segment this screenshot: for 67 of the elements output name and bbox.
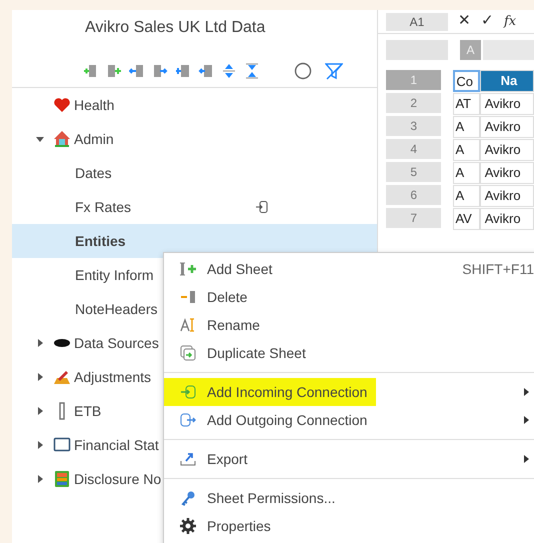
insert-right-icon[interactable] [106, 62, 122, 78]
menu-item[interactable]: Duplicate Sheet [164, 339, 534, 367]
outgoing-connection-icon [180, 412, 198, 428]
move-left-icon[interactable] [129, 62, 145, 78]
settings-icon [180, 518, 198, 534]
house-icon [53, 130, 71, 148]
confirm-button[interactable]: ✓ [481, 10, 494, 33]
tree-item[interactable]: Data Sources [74, 332, 159, 354]
menu-item[interactable]: Properties [164, 512, 534, 540]
table-cell: A [453, 116, 480, 138]
cancel-button[interactable]: ✕ [458, 10, 471, 33]
table-cell: Avikro [480, 139, 534, 161]
menu-item[interactable]: Add Sheet SHIFT+F11 [164, 255, 534, 283]
expand-caret-icon[interactable] [35, 372, 45, 382]
table-cell: A [453, 139, 480, 161]
menu-item[interactable]: Add Outgoing Connection [164, 406, 534, 434]
expand-caret-icon[interactable] [35, 406, 45, 416]
tree-item[interactable]: Dates [75, 162, 255, 184]
table-cell: Avikro [480, 116, 534, 138]
tree-item[interactable]: Fx Rates [75, 196, 255, 218]
insert-left-icon[interactable] [83, 62, 99, 78]
menu-item[interactable]: Sheet Permissions... [164, 484, 534, 512]
table-cell: A [453, 185, 480, 207]
corner-header [386, 40, 448, 60]
outdent-icon[interactable] [198, 62, 214, 78]
collapse-icon[interactable] [244, 62, 260, 78]
circle-icon[interactable] [294, 62, 312, 80]
incoming-connection-icon [180, 384, 198, 400]
table-cell: Avikro [480, 185, 534, 207]
duplicate-icon [180, 345, 198, 361]
menu-item[interactable]: Export [164, 445, 534, 473]
tree-item[interactable]: ETB [74, 400, 102, 422]
export-icon [180, 451, 198, 467]
table-cell: AT [453, 93, 480, 115]
book-icon [53, 470, 71, 488]
name-box[interactable]: A1 [386, 12, 448, 30]
filter-icon[interactable] [325, 62, 343, 80]
table-cell: Avikro [480, 208, 534, 230]
column-title: Na [480, 70, 534, 92]
expand-caret-icon[interactable] [35, 338, 45, 348]
delete-icon [180, 289, 198, 305]
table-cell: A [453, 162, 480, 184]
menu-item[interactable]: Delete [164, 283, 534, 311]
function-button[interactable]: fx [504, 12, 516, 32]
tree-item[interactable]: Admin [74, 128, 114, 150]
expand-caret-icon[interactable] [35, 134, 45, 144]
menu-item[interactable]: Rename [164, 311, 534, 339]
panel-title: Avikro Sales UK Ltd Data [85, 19, 266, 36]
table-cell: Avikro [480, 162, 534, 184]
tree-item[interactable]: Adjustments [74, 366, 152, 388]
expand-caret-icon[interactable] [35, 474, 45, 484]
tree-item[interactable]: Disclosure No [74, 468, 162, 490]
expand-caret-icon[interactable] [35, 440, 45, 450]
expand-icon[interactable] [221, 62, 237, 78]
shortcut-label: SHIFT+F11 [462, 260, 534, 278]
tree-item[interactable]: Entities [75, 230, 255, 252]
add-sheet-icon [180, 261, 198, 277]
heart-icon [53, 96, 71, 114]
pen-icon [53, 368, 71, 386]
table-cell: AV [453, 208, 480, 230]
table-cell: Avikro [480, 93, 534, 115]
move-right-icon[interactable] [152, 62, 168, 78]
table-cell: Co [453, 70, 480, 92]
indent-icon[interactable] [175, 62, 191, 78]
tree-item[interactable]: Financial Stat [74, 434, 159, 456]
monitor-icon [53, 436, 71, 454]
tree-item[interactable]: Health [74, 94, 114, 116]
